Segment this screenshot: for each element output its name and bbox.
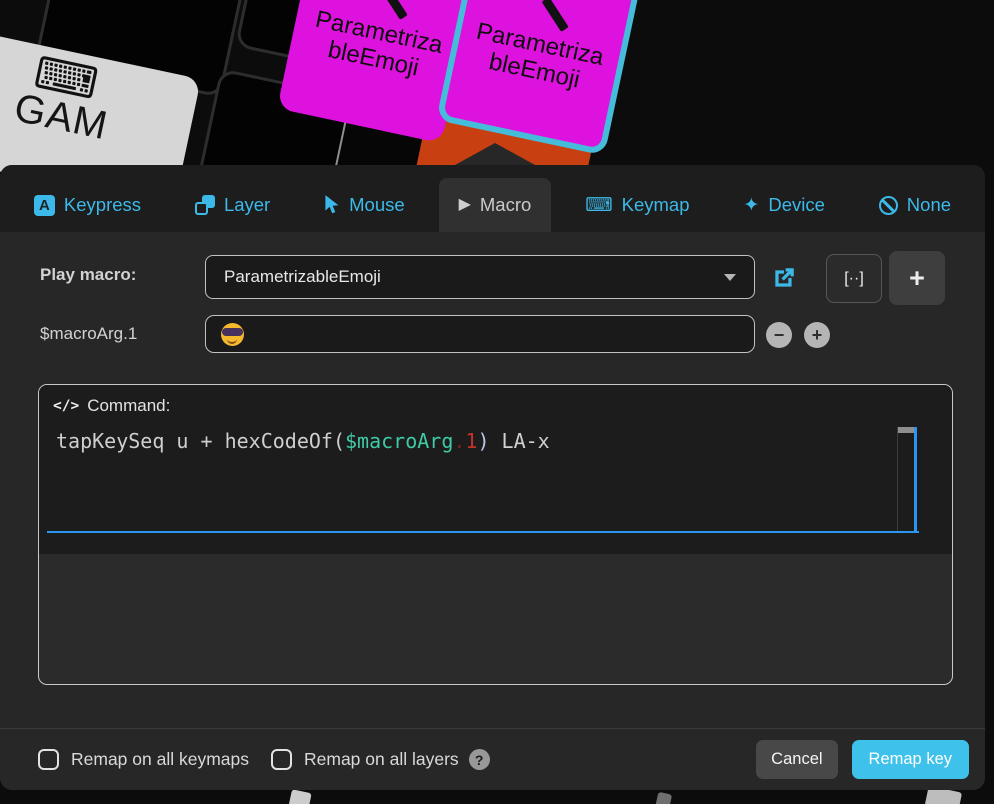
tab-bar: A Keypress Layer Mouse ▶ Macro ⌨ Keymap … (0, 165, 985, 232)
layers-icon (195, 195, 215, 215)
mouse-cursor-icon (324, 195, 340, 215)
macro-arguments-button[interactable]: [··] (826, 254, 882, 303)
key-label: GAM (10, 86, 111, 150)
none-prohibition-icon (879, 196, 898, 215)
remove-arg-button[interactable]: − (766, 322, 792, 348)
keypress-icon: A (34, 195, 55, 216)
open-macro-button[interactable] (771, 264, 799, 292)
cancel-button[interactable]: Cancel (756, 740, 837, 779)
tab-keypress[interactable]: A Keypress (14, 178, 161, 232)
macro-select-value: ParametrizableEmoji (224, 267, 381, 287)
key-fragment (654, 792, 672, 804)
code-icon: </> (53, 398, 79, 414)
editor-focus-underline (47, 531, 919, 533)
remap-all-layers-checkbox[interactable] (271, 749, 292, 770)
command-code-line[interactable]: tapKeySeq u + hexCodeOf($macroArg.1) LA-… (56, 429, 550, 453)
play-icon: ▶ (459, 197, 471, 213)
remap-all-keymaps-checkbox[interactable] (38, 749, 59, 770)
dialog-pointer (455, 143, 535, 165)
keyboard-icon: ⌨ (585, 196, 612, 215)
remap-all-layers-label[interactable]: Remap on all layers (304, 749, 459, 770)
sunglasses-emoji (221, 323, 244, 346)
external-link-icon (771, 265, 799, 291)
add-arg-button[interactable]: + (804, 322, 830, 348)
command-box: </> Command: tapKeySeq u + hexCodeOf($ma… (38, 384, 953, 685)
editor-scrollbar[interactable] (897, 427, 917, 533)
tab-mouse[interactable]: Mouse (304, 178, 425, 232)
tab-layer[interactable]: Layer (175, 178, 290, 232)
command-editor[interactable]: </> Command: tapKeySeq u + hexCodeOf($ma… (39, 385, 952, 554)
dialog-footer: Remap on all keymaps Remap on all layers… (0, 728, 985, 790)
play-macro-label: Play macro: (40, 265, 136, 285)
key-label: Parametriza bleEmoji (468, 19, 606, 98)
scrollbar-thumb[interactable] (898, 427, 914, 433)
macro-arg-label: $macroArg.1 (40, 324, 137, 344)
remap-all-keymaps-label[interactable]: Remap on all keymaps (71, 749, 249, 770)
tab-device[interactable]: ✦ Device (723, 178, 844, 232)
add-macro-button[interactable]: + (889, 251, 945, 305)
command-header: </> Command: (53, 396, 170, 416)
macro-select[interactable]: ParametrizableEmoji (205, 255, 755, 299)
chevron-down-icon (724, 274, 736, 281)
remap-key-button[interactable]: Remap key (852, 740, 969, 779)
tab-none[interactable]: None (859, 178, 971, 232)
remap-dialog: A Keypress Layer Mouse ▶ Macro ⌨ Keymap … (0, 165, 985, 790)
key-fragment (286, 789, 311, 804)
device-star-icon: ✦ (743, 196, 759, 215)
key-label: Parametriza bleEmoji (307, 7, 445, 86)
help-icon[interactable]: ? (469, 749, 490, 770)
macro-arg-input[interactable] (205, 315, 755, 353)
tab-keymap[interactable]: ⌨ Keymap (565, 178, 709, 232)
tab-macro[interactable]: ▶ Macro (439, 178, 552, 232)
